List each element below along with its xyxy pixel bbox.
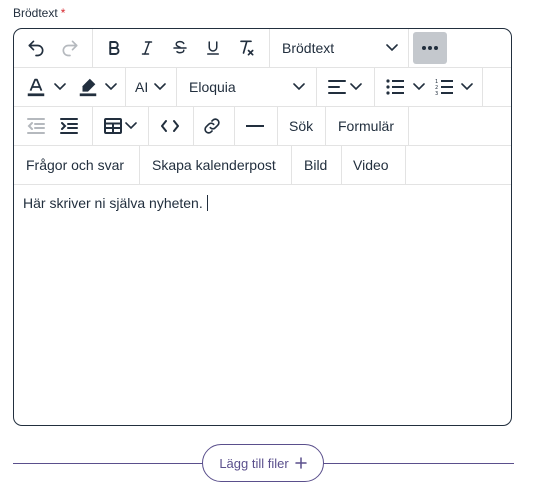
- toolbar-separator: [148, 107, 149, 145]
- toolbar-separator: [408, 107, 409, 145]
- svg-text:3: 3: [435, 91, 438, 96]
- numbered-list-icon: 123: [435, 79, 453, 96]
- chevron-down-icon: [413, 83, 425, 91]
- outdent-icon: [27, 118, 45, 134]
- bullet-list-icon: [386, 79, 404, 95]
- video-label: Video: [353, 157, 389, 173]
- faq-button[interactable]: Frågor och svar: [26, 146, 124, 184]
- create-calendar-post-button[interactable]: Skapa kalenderpost: [152, 146, 276, 184]
- indent-icon: [60, 118, 78, 134]
- undo-icon: [28, 40, 44, 57]
- toolbar-separator: [92, 29, 93, 67]
- toolbar-separator: [193, 107, 194, 145]
- field-label: Brödtext *: [13, 6, 65, 20]
- font-family-dropdown[interactable]: Eloquia: [189, 68, 309, 106]
- highlight-color-button[interactable]: [74, 68, 102, 106]
- chevron-down-icon: [293, 83, 305, 91]
- block-format-value: Brödtext: [282, 40, 335, 56]
- strikethrough-icon: [173, 40, 187, 54]
- chevron-down-icon: [105, 83, 117, 91]
- chevron-down-icon: [461, 83, 473, 91]
- toolbar-separator: [482, 68, 483, 106]
- toolbar-separator: [405, 146, 406, 184]
- rich-text-editor: Brödtext AI Eloquia 1 2 3 Sök Formulär F…: [13, 28, 512, 426]
- search-label: Sök: [289, 118, 314, 134]
- form-button[interactable]: Formulär: [338, 107, 398, 145]
- outdent-button[interactable]: [22, 107, 50, 145]
- more-dots-icon: [422, 46, 438, 50]
- toolbar-separator: [374, 68, 375, 106]
- chevron-down-icon: [154, 83, 166, 91]
- numbered-list-button[interactable]: 123: [431, 68, 457, 106]
- chevron-down-icon: [350, 83, 362, 91]
- bold-icon: [109, 41, 120, 55]
- video-button[interactable]: Video: [353, 146, 389, 184]
- more-icon-wrap[interactable]: [413, 29, 447, 67]
- link-button[interactable]: [198, 107, 226, 145]
- undo-button[interactable]: [22, 29, 50, 67]
- toolbar-separator: [125, 68, 126, 106]
- toolbar-separator: [269, 29, 270, 67]
- clear-formatting-button[interactable]: [232, 29, 260, 67]
- horizontal-line-icon: [246, 125, 264, 127]
- font-family-value: Eloquia: [189, 79, 236, 95]
- toolbar-row-3: Sök Formulär: [14, 107, 511, 146]
- bold-button[interactable]: [100, 29, 128, 67]
- text-color-button[interactable]: [22, 68, 50, 106]
- highlighter-icon: [79, 78, 97, 97]
- editor-text: Här skriver ni själva nyheten.: [23, 195, 203, 211]
- indent-button[interactable]: [55, 107, 83, 145]
- text-color-icon: [27, 78, 45, 97]
- toolbar-row-1: Brödtext: [14, 29, 511, 68]
- toolbar-separator: [408, 29, 409, 67]
- editor-content-area[interactable]: Här skriver ni själva nyheten.: [14, 185, 511, 425]
- image-label: Bild: [304, 157, 328, 173]
- add-files-label: Lägg till filer: [219, 455, 289, 471]
- underline-button[interactable]: [199, 29, 227, 67]
- clear-formatting-icon: [240, 40, 254, 56]
- redo-button[interactable]: [56, 29, 84, 67]
- align-button[interactable]: [324, 68, 350, 106]
- search-button[interactable]: Sök: [289, 107, 319, 145]
- toolbar-separator: [291, 146, 292, 184]
- horizontal-line-button[interactable]: [241, 107, 269, 145]
- redo-icon: [62, 40, 78, 57]
- plus-icon: [294, 457, 307, 469]
- strikethrough-button[interactable]: [166, 29, 194, 67]
- calendar-post-label: Skapa kalenderpost: [152, 157, 276, 173]
- underline-icon: [207, 41, 219, 55]
- toolbar-separator: [316, 68, 317, 106]
- toolbar-separator: [92, 107, 93, 145]
- italic-icon: [141, 41, 153, 55]
- required-marker: *: [60, 6, 66, 20]
- toolbar-separator: [176, 68, 177, 106]
- toolbar-separator: [139, 146, 140, 184]
- toolbar-row-4: Frågor och svar Skapa kalenderpost Bild …: [14, 146, 511, 185]
- text-cursor: [206, 195, 208, 211]
- code-icon: [161, 120, 179, 132]
- add-files-button[interactable]: Lägg till filer: [202, 444, 324, 482]
- italic-button[interactable]: [133, 29, 161, 67]
- align-left-icon: [328, 80, 346, 94]
- field-label-text: Brödtext: [13, 6, 58, 20]
- table-button[interactable]: [100, 107, 126, 145]
- block-format-dropdown[interactable]: Brödtext: [282, 29, 400, 67]
- faq-label: Frågor och svar: [26, 157, 125, 173]
- code-button[interactable]: [155, 107, 185, 145]
- chevron-down-icon: [54, 83, 66, 91]
- toolbar-separator: [325, 107, 326, 145]
- ai-label: AI: [135, 79, 149, 95]
- link-icon: [204, 118, 220, 134]
- toolbar-row-2: AI Eloquia 123: [14, 68, 511, 107]
- toolbar-separator: [341, 146, 342, 184]
- form-label: Formulär: [338, 118, 395, 134]
- bullet-list-button[interactable]: [382, 68, 408, 106]
- table-icon: [104, 118, 122, 134]
- toolbar-separator: [234, 107, 235, 145]
- toolbar-separator: [277, 107, 278, 145]
- chevron-down-icon: [125, 122, 137, 130]
- image-button[interactable]: Bild: [304, 146, 327, 184]
- chevron-down-icon: [386, 44, 398, 52]
